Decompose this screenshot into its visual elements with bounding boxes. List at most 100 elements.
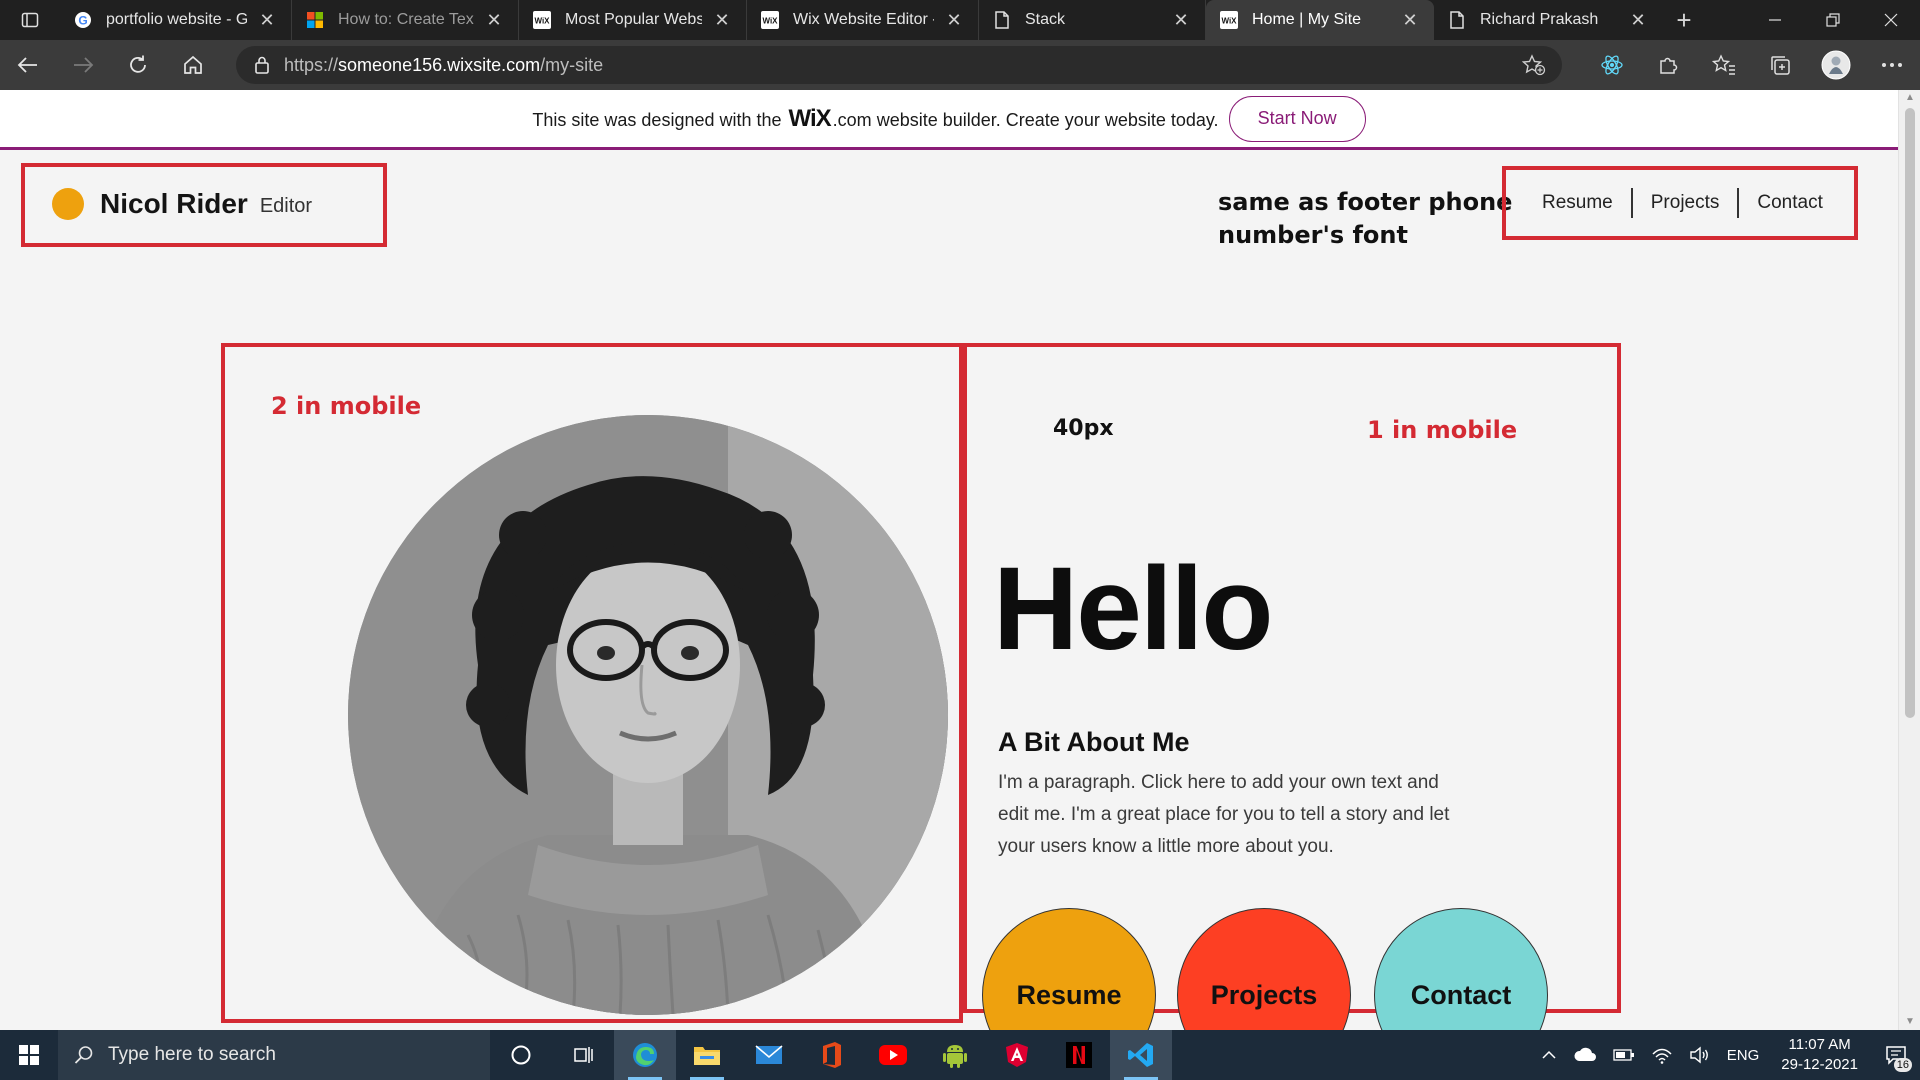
back-arrow-icon [17,57,37,73]
forward-button[interactable] [55,40,110,90]
taskbar-edge[interactable] [614,1030,676,1080]
close-tab-icon[interactable]: ✕ [1400,10,1420,30]
language-indicator[interactable]: ENG [1719,1030,1768,1080]
svg-text:WiX: WiX [1221,17,1237,26]
close-tab-icon[interactable]: ✕ [712,10,732,30]
star-add-icon [1521,54,1546,76]
site-nav: Resume Projects Contact [1524,180,1841,226]
react-icon [1601,55,1623,75]
restore-button[interactable] [1804,0,1862,40]
tab-title: Stack [1025,11,1066,28]
wix-logo-suffix: .com [832,109,872,130]
scroll-down-icon[interactable]: ▼ [1903,1016,1917,1028]
nav-link-projects[interactable]: Projects [1633,192,1738,214]
close-tab-icon[interactable]: ✕ [1171,10,1191,30]
close-window-button[interactable] [1862,0,1920,40]
volume-button[interactable] [1681,1030,1719,1080]
tab-title: Home | My Site [1252,11,1362,28]
annotation-size-note: 40px [1053,416,1114,441]
puzzle-icon [1660,57,1678,74]
cortana-button[interactable] [490,1030,552,1080]
browser-toolbar [1584,40,1920,90]
scroll-up-icon[interactable]: ▲ [1903,92,1917,104]
brand-role: Editor [259,194,313,217]
clock[interactable]: 11:07 AM 29-12-2021 [1767,1030,1872,1080]
search-icon [74,1046,93,1064]
tab-stack[interactable]: Stack ✕ [979,0,1206,40]
netflix-icon [1066,1042,1092,1068]
tab-most-popular-website[interactable]: WiX Most Popular Website ✕ [519,0,747,40]
tab-actions-button[interactable] [0,0,60,40]
page-scrollbar[interactable]: ▲ ▼ [1898,90,1920,1030]
url-text: https://someone156.wixsite.com/my-site [284,55,603,76]
wix-icon: WiX [1220,11,1238,29]
start-button[interactable] [0,1030,58,1080]
url-prefix: https:// [284,54,339,75]
minimize-button[interactable] [1746,0,1804,40]
wifi-icon [1652,1048,1672,1064]
taskbar-file-explorer[interactable] [676,1030,738,1080]
onedrive-button[interactable] [1565,1030,1605,1080]
taskbar-netflix[interactable] [1048,1030,1110,1080]
settings-menu-button[interactable] [1864,40,1920,90]
annotation-mobile-order-2: 2 in mobile [271,392,422,420]
tab-portfolio-website[interactable]: G portfolio website - Go ✕ [60,0,292,40]
action-center-button[interactable]: 16 [1872,1030,1920,1080]
url-field[interactable]: https://someone156.wixsite.com/my-site [236,46,1562,84]
taskbar-mail[interactable] [738,1030,800,1080]
angular-icon [1006,1043,1028,1067]
taskbar-vscode[interactable] [1110,1030,1172,1080]
close-tab-icon[interactable]: ✕ [257,10,277,30]
collections-button[interactable] [1752,40,1808,90]
back-button[interactable] [0,40,55,90]
annotation-mobile-order-1: 1 in mobile [1367,416,1518,444]
reload-button[interactable] [110,40,165,90]
nav-link-resume[interactable]: Resume [1524,192,1631,214]
window-controls [1746,0,1920,40]
tab-home-my-site[interactable]: WiX Home | My Site ✕ [1206,0,1434,40]
react-devtools-button[interactable] [1584,40,1640,90]
close-tab-icon[interactable]: ✕ [944,10,964,30]
taskbar-angular[interactable] [986,1030,1048,1080]
scrollbar-thumb[interactable] [1905,108,1915,718]
tab-how-to-create-text[interactable]: How to: Create Text w ✕ [292,0,519,40]
taskbar-youtube[interactable] [862,1030,924,1080]
task-view-icon [574,1047,593,1063]
chevron-up-icon [1542,1050,1556,1059]
add-favorite-button[interactable] [1521,54,1546,81]
taskbar-android[interactable] [924,1030,986,1080]
taskbar-office[interactable] [800,1030,862,1080]
new-tab-button[interactable]: + [1662,0,1706,40]
start-now-button[interactable]: Start Now [1228,95,1366,142]
search-placeholder: Type here to search [108,1044,276,1065]
edge-icon [633,1043,657,1067]
show-hidden-icons-button[interactable] [1533,1030,1565,1080]
notification-count-badge: 16 [1893,1058,1912,1072]
network-button[interactable] [1643,1030,1681,1080]
home-button[interactable] [165,40,220,90]
site-brand[interactable]: Nicol Rider Editor [52,182,312,226]
wix-banner-text-before: This site was designed with the [532,109,782,130]
close-tab-icon[interactable]: ✕ [1628,10,1648,30]
avatar-icon [1821,50,1851,80]
svg-text:WiX: WiX [762,17,778,26]
tab-wix-website-editor[interactable]: WiX Wix Website Editor - r ✕ [747,0,979,40]
task-view-button[interactable] [552,1030,614,1080]
cortana-icon [511,1045,531,1065]
minimize-icon [1769,19,1781,21]
profile-button[interactable] [1808,40,1864,90]
battery-button[interactable] [1605,1030,1643,1080]
about-paragraph: I'm a paragraph. Click here to add your … [998,772,1450,857]
close-tab-icon[interactable]: ✕ [484,10,504,30]
mail-icon [755,1045,783,1064]
folder-icon [694,1047,720,1065]
nav-link-contact[interactable]: Contact [1739,192,1840,214]
address-bar: https://someone156.wixsite.com/my-site [0,40,1920,90]
extensions-button[interactable] [1640,40,1696,90]
taskbar-search[interactable]: Type here to search [58,1030,490,1080]
collections-icon [1771,56,1790,75]
annotation-font-note: same as footer phone number's font [1218,188,1513,249]
favorites-button[interactable] [1696,40,1752,90]
tab-richard-prakash[interactable]: Richard Prakash ✕ [1434,0,1662,40]
brand-dot-logo [52,188,84,220]
